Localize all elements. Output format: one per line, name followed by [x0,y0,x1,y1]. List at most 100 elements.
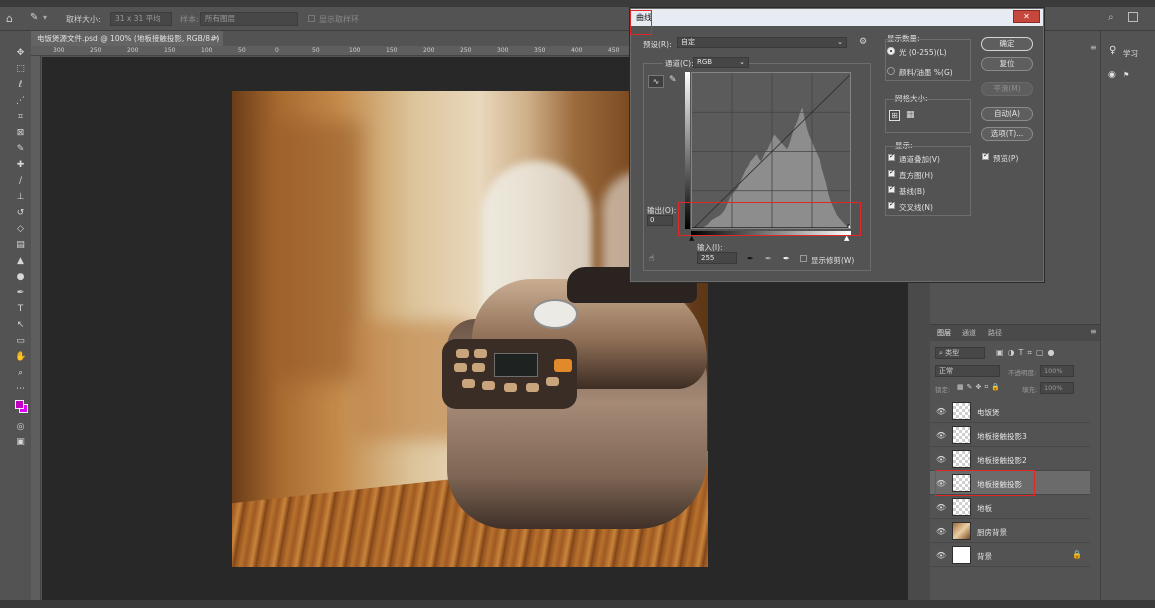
search-icon[interactable]: ⌕ [1108,12,1114,23]
layer-row[interactable]: 👁 地板接触投影3 [930,423,1090,447]
dodge-tool-icon[interactable]: ● [15,272,26,282]
ruler-tick-label: 350 [534,47,546,54]
home-icon[interactable]: ⌂ [6,12,13,25]
fill-value: 100% [1044,384,1063,392]
move-tool-icon[interactable]: ✥ [15,48,26,58]
pen-tool-icon[interactable]: ✒ [15,288,26,298]
layer-thumbnail [952,498,971,516]
fill-field[interactable]: 100% [1040,382,1074,394]
eyedropper-icon[interactable]: ✎ [30,12,38,23]
light-radio[interactable] [887,47,895,55]
reset-button[interactable]: 复位 [981,57,1033,71]
document-tab[interactable]: 电饭煲源文件.psd @ 100% (地板接触投影, RGB/8#) * × [31,31,223,58]
ruler-tick-label: 50 [312,47,320,54]
pencil-mode-icon[interactable]: ✎ [669,75,677,85]
marquee-tool-icon[interactable]: ⬚ [15,64,26,74]
curve-point-mode-icon[interactable]: ∿ [648,75,664,88]
pigment-radio[interactable] [887,67,895,75]
shape-tool-icon[interactable]: ▭ [15,336,26,346]
path-select-icon[interactable]: ↖ [15,320,26,330]
flag-icon[interactable]: ⚑ [1123,71,1129,79]
workspace-icon[interactable] [1128,12,1138,22]
libraries-icon[interactable]: ◉ [1108,70,1116,80]
eyedropper-tool-icon[interactable]: ✎ [15,144,26,154]
stamp-tool-icon[interactable]: ⊥ [15,192,26,202]
foreground-color-swatch[interactable] [15,400,24,409]
lock-icon: 🔒 [1072,550,1082,559]
quick-mask-icon[interactable]: ◎ [15,422,26,432]
options-button[interactable]: 选项(T)... [981,127,1033,141]
close-button[interactable]: ✕ [1013,10,1040,23]
visibility-eye-icon[interactable]: 👁 [936,503,946,512]
sample-size-dropdown[interactable]: 31 x 31 平均 [110,12,172,26]
type-tool-icon[interactable]: T [15,304,26,314]
ok-button[interactable]: 确定 [981,37,1033,51]
quick-select-tool-icon[interactable]: ⋰ [15,96,26,106]
lightbulb-icon[interactable]: ♀ [1109,45,1116,56]
smooth-button[interactable]: 平滑(M) [981,82,1033,96]
grid-detailed-icon[interactable]: ▦ [906,110,915,120]
preset-dropdown[interactable]: 自定 ⌄ [677,37,847,48]
ruler-tick-label: 200 [423,47,435,54]
gray-eyedropper-icon[interactable]: ✒ [765,254,772,263]
blur-tool-icon[interactable]: ▲ [15,256,26,266]
white-eyedropper-icon[interactable]: ✒ [783,254,790,263]
close-icon[interactable]: × [213,31,219,46]
show-clipping-checkbox[interactable] [800,255,807,262]
black-eyedropper-icon[interactable]: ✒ [747,254,754,263]
show-ring-checkbox[interactable] [308,15,315,22]
cooker-start-key [554,359,572,372]
layer-row[interactable]: 👁 背景 🔒 [930,543,1090,567]
brush-tool-icon[interactable]: ∕ [15,176,26,186]
layer-row[interactable]: 👁 厨房背景 [930,519,1090,543]
lasso-tool-icon[interactable]: ℓ [15,80,26,90]
zoom-tool-icon[interactable]: ⌕ [15,368,26,378]
baseline-checkbox[interactable] [888,184,895,193]
grid-simple-icon[interactable]: ⊞ [889,110,900,121]
layer-name: 地板接触投影3 [977,432,1027,441]
screen-mode-icon[interactable]: ▣ [15,437,26,447]
chevron-down-icon[interactable]: ▾ [43,13,47,22]
tab-channels[interactable]: 通道 [962,328,976,338]
tab-paths[interactable]: 路径 [988,328,1002,338]
more-tools-icon[interactable]: ⋯ [15,384,26,394]
visibility-eye-icon[interactable]: 👁 [936,551,946,560]
panel-menu-icon[interactable]: ≡ [1090,43,1097,52]
curves-dialog: 曲线 ✕ 预设(R): 自定 ⌄ ⚙ 通道(C): RGB ⌄ ∿ ✎ ▲ ▲ 输出… [630,8,1044,282]
layer-filter-icons[interactable]: ▣◑T⌗▢● [996,348,1058,358]
healing-tool-icon[interactable]: ✚ [15,160,26,170]
auto-button[interactable]: 自动(A) [981,107,1033,121]
visibility-eye-icon[interactable]: 👁 [936,407,946,416]
layer-filter-dropdown[interactable]: ⌕ 类型 [935,347,985,359]
gradient-tool-icon[interactable]: ▤ [15,240,26,250]
layer-row[interactable]: 👁 地板 [930,495,1090,519]
input-field[interactable]: 255 [697,252,737,264]
layer-row[interactable]: 👁 电饭煲 [930,399,1090,423]
blend-mode-dropdown[interactable]: 正常 [935,365,1000,377]
tab-layers[interactable]: 图层 [937,328,951,338]
frame-tool-icon[interactable]: ⊠ [15,128,26,138]
sample-dropdown[interactable]: 所有图层 [200,12,298,26]
targeted-adjust-icon[interactable]: ☝ [649,254,654,264]
hand-tool-icon[interactable]: ✋ [15,352,26,362]
visibility-eye-icon[interactable]: 👁 [936,527,946,536]
histogram-checkbox[interactable] [888,168,895,177]
opacity-field[interactable]: 100% [1040,365,1074,377]
visibility-eye-icon[interactable]: 👁 [936,455,946,464]
eraser-tool-icon[interactable]: ◇ [15,224,26,234]
history-brush-icon[interactable]: ↺ [15,208,26,218]
visibility-eye-icon[interactable]: 👁 [936,431,946,440]
channel-overlay-checkbox[interactable] [888,152,895,161]
lock-icons[interactable]: ▦✎✥⌗🔒 [957,383,1003,392]
light-radio-label: 光 (0-255)(L) [899,48,947,57]
dialog-titlebar[interactable]: 曲线 ✕ [631,9,1043,26]
channel-dropdown[interactable]: RGB ⌄ [693,57,749,68]
intersection-checkbox[interactable] [888,200,895,209]
panel-menu-icon[interactable]: ≡ [1090,327,1097,336]
preset-gear-icon[interactable]: ⚙ [859,37,867,47]
layer-row[interactable]: 👁 地板接触投影2 [930,447,1090,471]
crop-tool-icon[interactable]: ⌗ [15,112,26,122]
preset-value: 自定 [681,38,695,46]
preview-checkbox[interactable] [982,151,989,160]
output-field[interactable]: 0 [647,215,673,226]
